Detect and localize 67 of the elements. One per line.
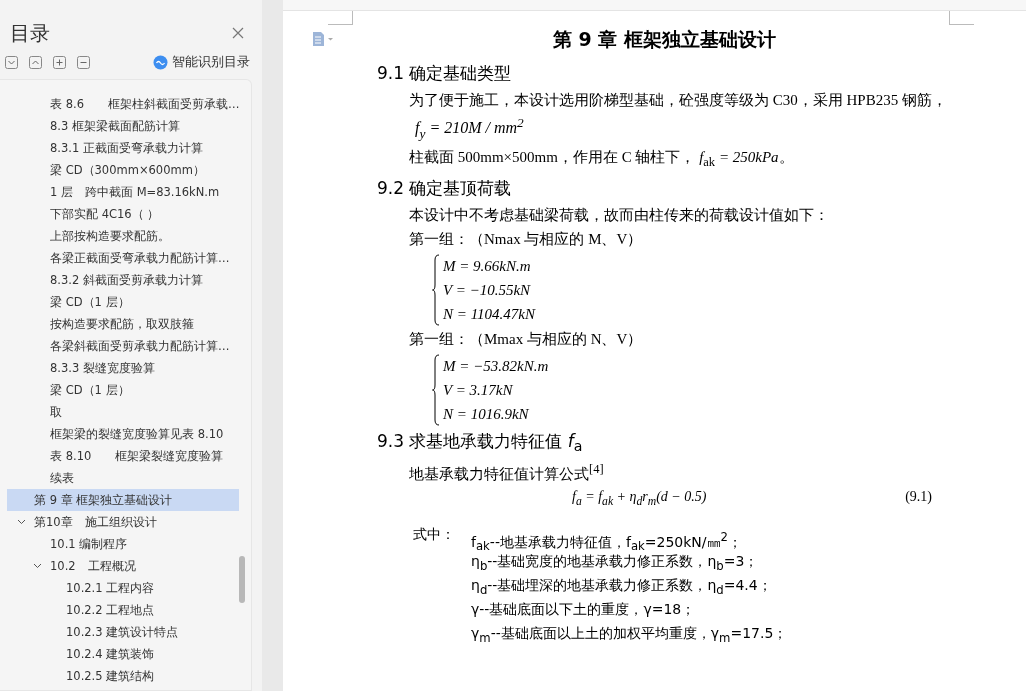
definition-line: η$_{b}$--基础宽度的地基承载力修正系数，η$_{b}$=3；	[471, 551, 760, 574]
toc-item[interactable]: 按构造要求配筋，取双肢箍	[7, 313, 239, 335]
toc-item[interactable]: 10.2.2 工程地点	[7, 599, 239, 621]
toc-item[interactable]: 续表	[7, 467, 239, 489]
plus-icon[interactable]	[53, 56, 66, 69]
paragraph: 柱截面 500mm×500mm，作用在 C 轴柱下， f$_{ak}$ = 250kPa。	[409, 147, 795, 171]
toc-item[interactable]: 8.3.1 正截面受弯承载力计算	[7, 137, 239, 159]
toc-item[interactable]: 10.2 工程概况	[7, 555, 239, 577]
toc-item[interactable]: 第 9 章 框架独立基础设计	[7, 489, 239, 511]
toc-item[interactable]: 上部按构造要求配筋。	[7, 225, 239, 247]
definition-line: f$_{ak}$--地基承载力特征值，f$_{ak}$=250kN/㎜$^{2}$；	[471, 528, 743, 550]
toc-item[interactable]: 8.3.2 斜截面受剪承载力计算	[7, 269, 239, 291]
collapse-up-icon[interactable]	[29, 56, 42, 69]
paragraph: 为了便于施工，本设计选用阶梯型基础，砼强度等级为 C30，采用 HPB235 钢筋，	[409, 91, 948, 109]
close-icon[interactable]	[232, 27, 244, 39]
formula: f$_{y}$ = 210M / mm$^{2}$	[415, 115, 525, 142]
toc-item[interactable]: 下部实配 4C16（ ）	[7, 203, 239, 225]
toc-item[interactable]: 10.2.4 建筑装饰	[7, 643, 239, 665]
equation-number: (9.1)	[905, 488, 932, 506]
brace-icon	[432, 353, 440, 426]
toc-item[interactable]: 表 8.6 框架柱斜截面受剪承载…	[7, 93, 239, 115]
toc-item[interactable]: 10.1 编制程序	[7, 533, 239, 555]
toc-item[interactable]: 8.3 框架梁截面配筋计算	[7, 115, 239, 137]
toc-item[interactable]: 梁 CD（1 层）	[7, 379, 239, 401]
chevron-down-icon[interactable]	[33, 563, 42, 569]
equation-line: N = 1104.47kN	[443, 304, 535, 324]
definition-line: γ$_{m}$--基础底面以上土的加权平均重度，γ$_{m}$=17.5；	[471, 623, 788, 646]
smart-toc-button[interactable]: 智能识别目录	[153, 54, 250, 71]
chevron-down-icon[interactable]	[17, 519, 26, 525]
toc-item[interactable]: 10.2.5 建筑结构	[7, 665, 239, 687]
where-label: 式中：	[413, 525, 456, 544]
minus-icon[interactable]	[77, 56, 90, 69]
equation-line: M = −53.82kN.m	[443, 356, 549, 376]
paragraph: 本设计中不考虑基础梁荷载，故而由柱传来的荷载设计值如下：	[409, 205, 830, 224]
toc-item[interactable]: 10.2.3 建筑设计特点	[7, 621, 239, 643]
definition-line: η$_{d}$--基础埋深的地基承载力修正系数，η$_{d}$=4.4；	[471, 575, 773, 598]
section-heading: 9.3 求基地承载力特征值 f$_{a}$	[377, 429, 584, 454]
section-heading: 9.1 确定基础类型	[377, 62, 513, 85]
brace-icon	[432, 253, 440, 326]
equation: f$_{a}$ = f$_{ak}$ + η$_{d}$r$_{m}$(d − 0.5)	[572, 488, 707, 508]
equation-line: V = 3.17kN	[443, 380, 514, 400]
margin-corner-mark	[949, 11, 974, 25]
chapter-title: 第 9 章 框架独立基础设计	[553, 27, 778, 52]
paragraph: 第一组：（Nmax 与相应的 M、V）	[409, 229, 644, 248]
toc-item[interactable]: 表 8.10 框架梁裂缝宽度验算	[7, 445, 239, 467]
toc-item[interactable]: 8.3.3 裂缝宽度验算	[7, 357, 239, 379]
margin-corner-mark	[328, 11, 353, 25]
toc-item[interactable]: 各梁斜截面受剪承载力配筋计算…	[7, 335, 239, 357]
equation-line: M = 9.66kN.m	[443, 256, 532, 276]
equation-line: N = 1016.9kN	[443, 404, 530, 424]
toc-item[interactable]: 梁 CD（300mm×600mm）	[7, 159, 239, 181]
definition-line: γ--基础底面以下土的重度，γ=18；	[471, 599, 697, 619]
toc-item[interactable]: 1 层 跨中截面 M=83.16kN.m	[7, 181, 239, 203]
expand-down-icon[interactable]	[5, 56, 18, 69]
paragraph: 地基承载力特征值计算公式$^{[4]}$	[409, 460, 605, 483]
toc-item[interactable]: 取	[7, 401, 239, 423]
scrollbar-thumb[interactable]	[239, 556, 245, 603]
toc-item[interactable]: 梁 CD（1 层）	[7, 291, 239, 313]
toc-item[interactable]: 10.2.1 工程内容	[7, 577, 239, 599]
paragraph: 第一组：（Mmax 与相应的 N、V）	[409, 329, 644, 348]
section-heading: 9.2 确定基顶荷载	[377, 176, 513, 200]
equation-line: V = −10.55kN	[443, 280, 532, 300]
sidebar-title: 目录	[10, 19, 50, 47]
toc-item[interactable]: 各梁正截面受弯承载力配筋计算…	[7, 247, 239, 269]
toc-item[interactable]: 第10章 施工组织设计	[7, 511, 239, 533]
toc-item[interactable]: 框架梁的裂缝宽度验算见表 8.10	[7, 423, 239, 445]
ai-icon	[153, 55, 168, 70]
